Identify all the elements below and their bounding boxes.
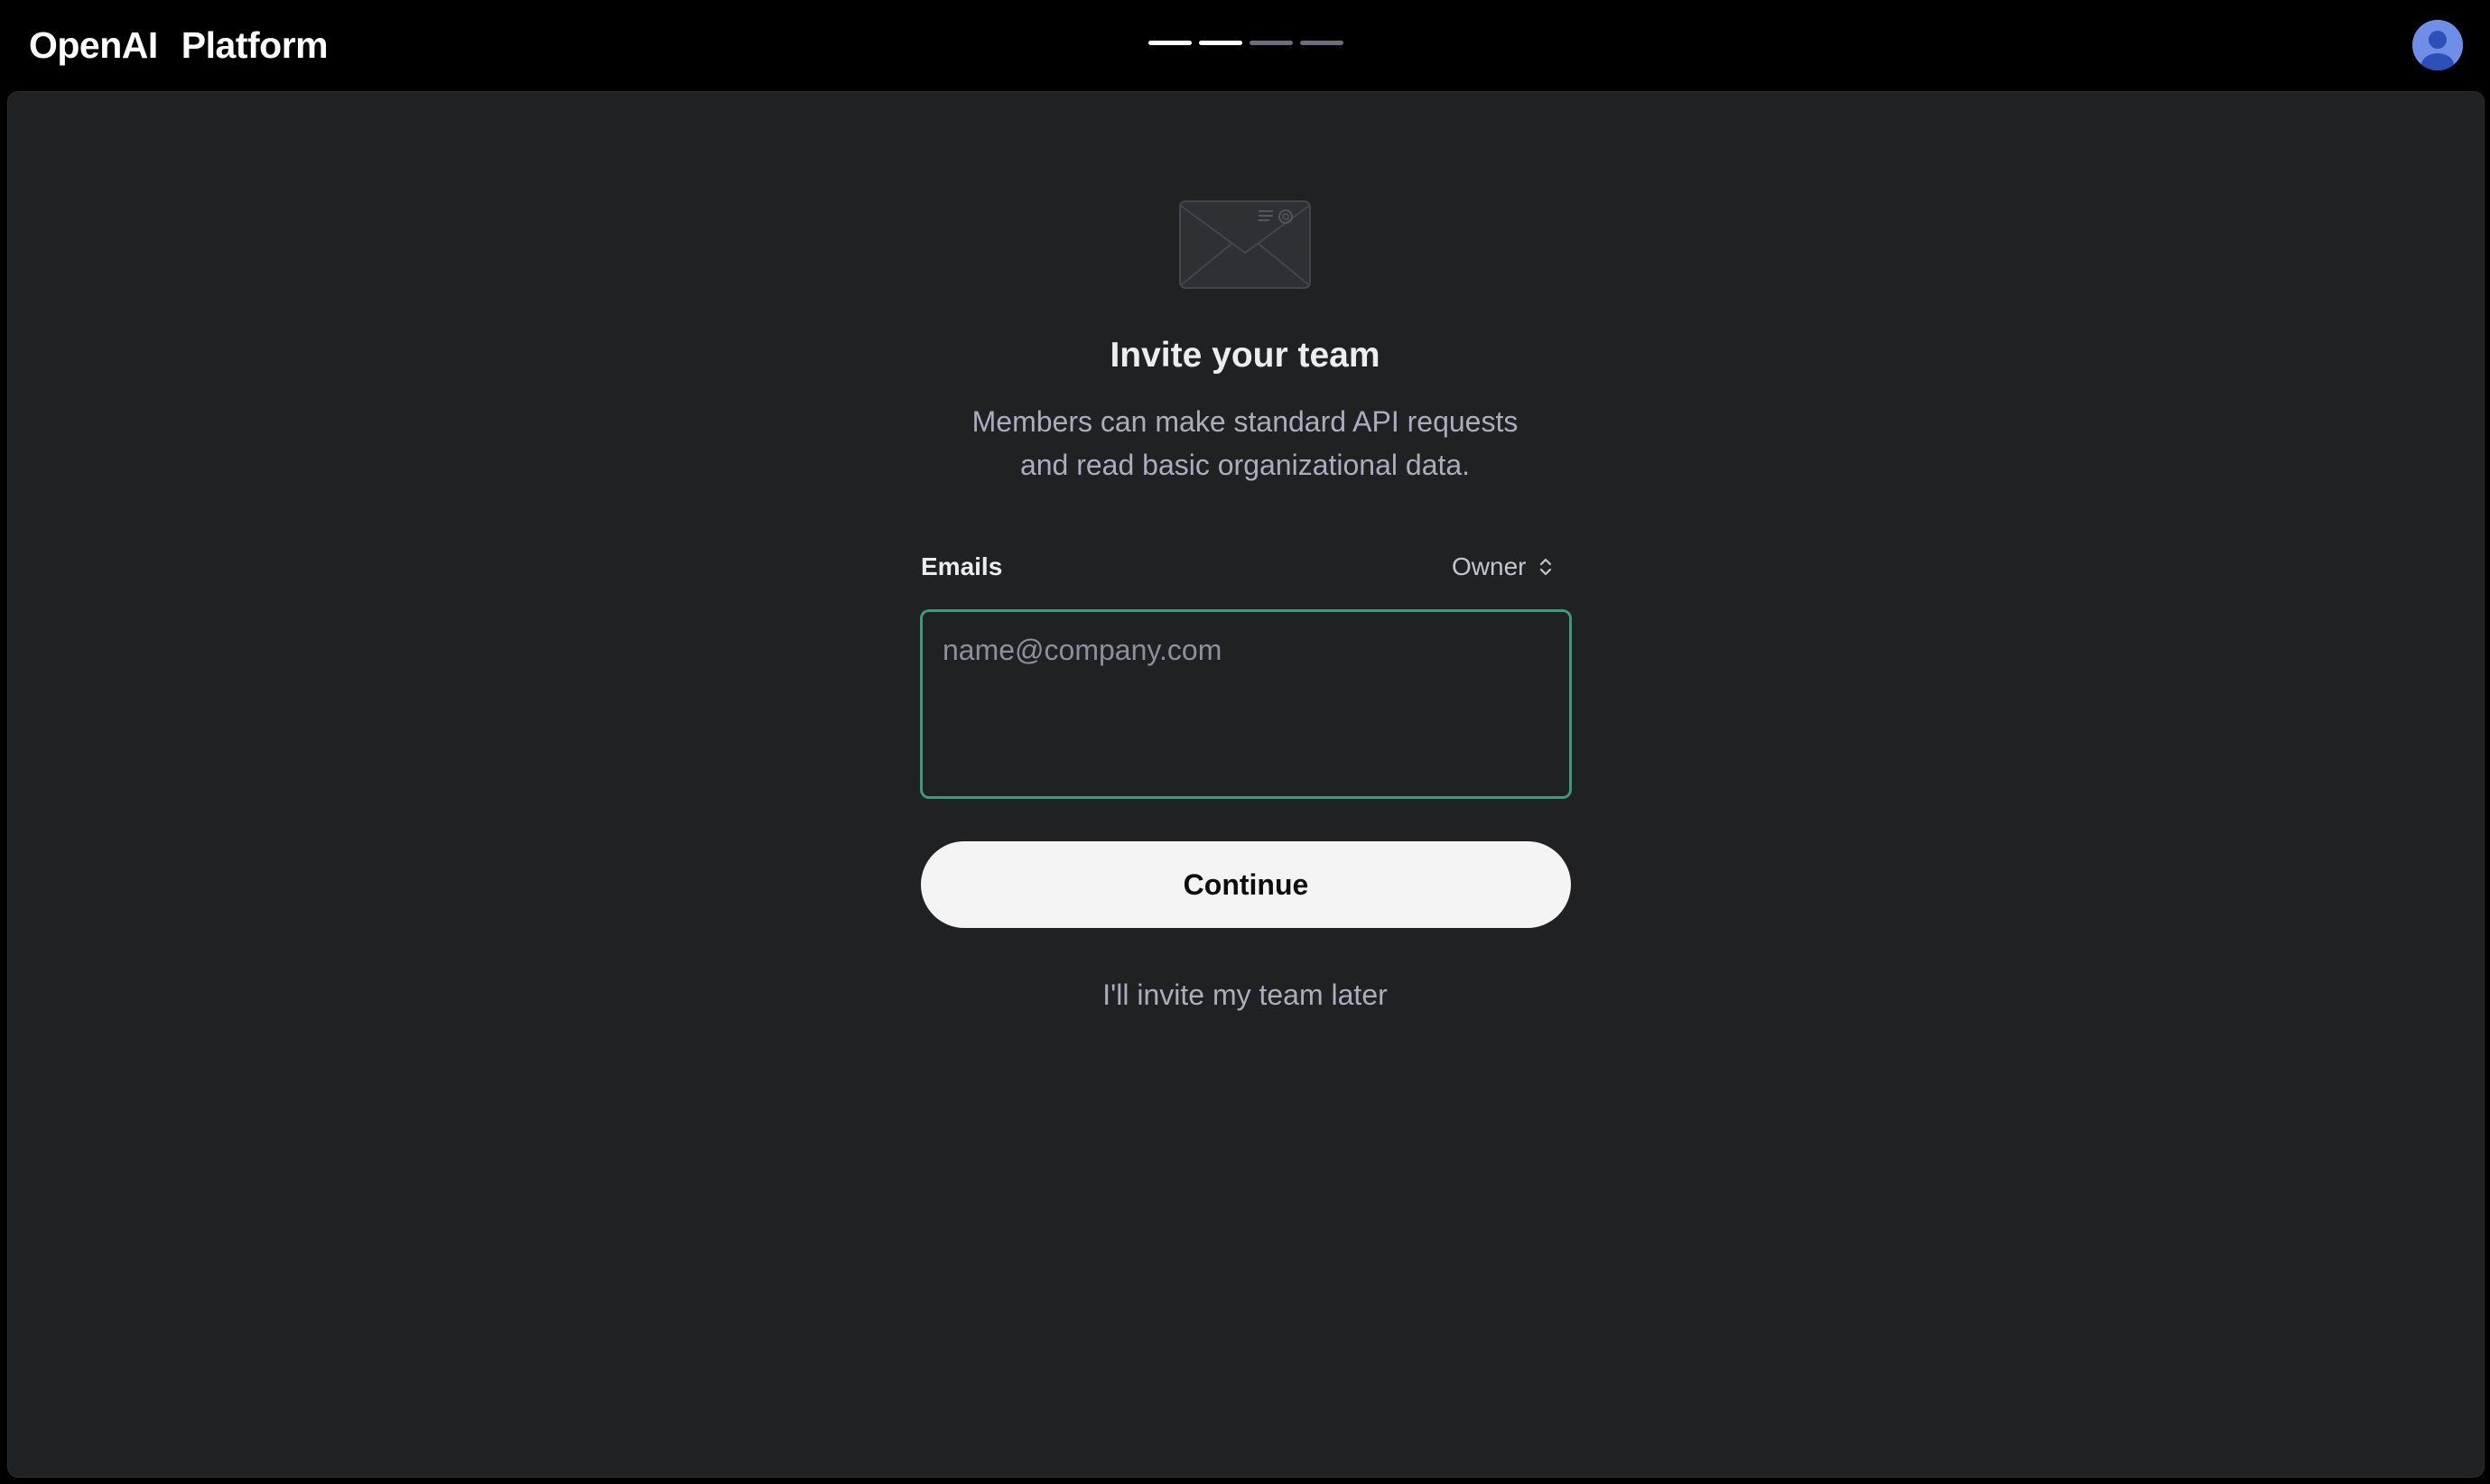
progress-step-1 <box>1148 41 1192 45</box>
page-description: Members can make standard API requests a… <box>884 400 1606 487</box>
emails-label: Emails <box>921 552 1003 580</box>
onboarding-progress <box>1148 41 1343 45</box>
envelope-icon <box>1179 200 1311 289</box>
progress-step-2 <box>1199 41 1242 45</box>
product-name: Platform <box>181 23 329 66</box>
role-selector[interactable]: Owner <box>1452 552 1553 581</box>
top-bar: OpenAI Platform <box>0 0 2490 90</box>
progress-step-4 <box>1300 41 1343 45</box>
email-input[interactable] <box>943 634 1549 774</box>
page-title: Invite your team <box>1110 336 1380 375</box>
brand-name: OpenAI <box>29 23 158 66</box>
continue-button[interactable]: Continue <box>921 841 1571 928</box>
user-avatar-icon[interactable] <box>2412 20 2463 70</box>
brand-logo[interactable]: OpenAI Platform <box>29 20 329 70</box>
progress-step-3 <box>1250 41 1293 45</box>
description-line-1: Members can make standard API requests <box>971 405 1519 438</box>
role-selected-value: Owner <box>1452 552 1527 580</box>
description-line-2: and read basic organizational data. <box>1019 449 1471 481</box>
up-down-chevron-icon <box>1540 558 1552 576</box>
invite-later-link[interactable]: I'll invite my team later <box>0 979 2490 1012</box>
email-field[interactable] <box>920 609 1572 799</box>
